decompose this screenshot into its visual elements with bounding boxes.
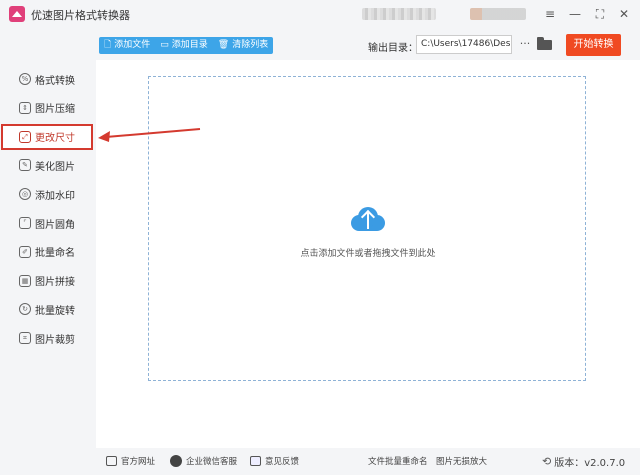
wechat-support-label: 企业微信客服: [186, 457, 238, 467]
drop-hint-text: 点击添加文件或者拖拽文件到此处: [300, 249, 436, 259]
clear-list-label: 清除列表: [232, 40, 269, 50]
sidebar-item-8[interactable]: ↻ 批量旋转: [0, 296, 96, 322]
clear-list-button[interactable]: 🗑 清除列表: [213, 37, 273, 54]
sidebar-item-label: 格式转换: [35, 75, 75, 87]
watermark-icon: ◎: [19, 188, 31, 201]
add-folder-label: 添加目录: [171, 40, 208, 50]
maximize-icon[interactable]: ⛶: [591, 5, 609, 23]
output-dir-input[interactable]: C:\Users\17486\Deskto: [416, 35, 512, 54]
beautify-icon: ✎: [19, 159, 31, 172]
start-convert-button[interactable]: 开始转换: [566, 34, 621, 56]
version-icon: ⟲: [542, 455, 552, 468]
open-folder-icon[interactable]: [537, 37, 553, 52]
blurred-account-info: [470, 8, 526, 20]
sidebar-item-label: 图片拼接: [35, 277, 75, 289]
app-title: 优速图片格式转换器: [31, 9, 130, 22]
resize-icon: ⤢: [19, 130, 31, 143]
format-icon: %: [19, 73, 31, 85]
add-file-button[interactable]: 🗋 添加文件: [99, 37, 155, 54]
toolbar: 🗋 添加文件 ▭ 添加目录 🗑 清除列表 输出目录： C:\Users\1748…: [96, 32, 640, 60]
main-panel: 点击添加文件或者拖拽文件到此处: [96, 60, 640, 448]
add-file-label: 添加文件: [114, 40, 151, 50]
file-actions-group: 🗋 添加文件 ▭ 添加目录 🗑 清除列表: [99, 37, 274, 54]
lossless-enlarge-link[interactable]: 图片无损放大: [436, 455, 487, 467]
sidebar-item-label: 批量旋转: [35, 305, 75, 317]
rename-icon: ✐: [19, 245, 31, 258]
version-label: 版本：v2.0.7.0: [554, 458, 626, 469]
file-icon: 🗋: [104, 40, 112, 50]
rotate-icon: ↻: [19, 303, 31, 316]
sidebar-item-4[interactable]: ◎ 添加水印: [0, 181, 96, 207]
feedback-link[interactable]: 意见反馈: [250, 455, 299, 467]
sidebar: % 格式转换 ⇕ 图片压缩 ⤢ 更改尺寸 ✎ 美化图片 ◎ 添加水印 ⌜ 图片圆角 ✐ 批量命名 ▦ 图片拼接…: [0, 60, 96, 448]
blurred-user-info: [362, 8, 436, 20]
chat-icon: [170, 455, 182, 467]
app-logo-icon: [9, 6, 25, 22]
browse-dots-button[interactable]: ···: [517, 35, 533, 54]
wechat-support-link[interactable]: 企业微信客服: [170, 455, 237, 467]
output-dir-label: 输出目录：: [368, 43, 418, 54]
sidebar-item-2[interactable]: ⤢ 更改尺寸: [1, 123, 93, 150]
stitch-icon: ▦: [19, 274, 31, 287]
title-bar: 优速图片格式转换器 ≡ — ⛶ ✕: [0, 0, 640, 28]
feedback-icon: [250, 456, 261, 466]
sidebar-item-label: 批量命名: [35, 248, 75, 260]
sidebar-item-6[interactable]: ✐ 批量命名: [0, 239, 96, 265]
sidebar-item-9[interactable]: ⌗ 图片裁剪: [0, 325, 96, 351]
compress-icon: ⇕: [19, 101, 31, 114]
sidebar-item-label: 美化图片: [35, 161, 75, 173]
add-folder-button[interactable]: ▭ 添加目录: [155, 37, 213, 54]
version-info: ⟲ 版本：v2.0.7.0: [542, 454, 625, 469]
folder-icon: ▭: [160, 40, 169, 50]
sidebar-item-1[interactable]: ⇕ 图片压缩: [0, 95, 96, 121]
close-icon[interactable]: ✕: [615, 5, 633, 23]
cloud-upload-icon: [349, 205, 387, 231]
menu-icon[interactable]: ≡: [541, 5, 559, 23]
sidebar-item-label: 图片裁剪: [35, 334, 75, 346]
file-drop-zone[interactable]: 点击添加文件或者拖拽文件到此处: [148, 76, 586, 381]
round-corner-icon: ⌜: [19, 217, 31, 229]
website-label: 官方网址: [121, 457, 156, 467]
crop-icon: ⌗: [19, 332, 31, 345]
batch-rename-link[interactable]: 文件批量重命名: [368, 455, 428, 467]
sidebar-item-7[interactable]: ▦ 图片拼接: [0, 268, 96, 294]
sidebar-item-3[interactable]: ✎ 美化图片: [0, 152, 96, 178]
website-icon: [106, 456, 117, 466]
annotation-arrow-icon: [98, 128, 201, 142]
minimize-icon[interactable]: —: [566, 5, 584, 23]
sidebar-item-0[interactable]: % 格式转换: [0, 66, 96, 92]
sidebar-item-label: 添加水印: [35, 190, 75, 202]
trash-icon: 🗑: [217, 40, 230, 50]
sidebar-item-label: 更改尺寸: [35, 133, 75, 145]
sidebar-item-label: 图片压缩: [35, 104, 75, 116]
sidebar-item-label: 图片圆角: [35, 219, 75, 231]
footer: 官方网址 企业微信客服 意见反馈 文件批量重命名 图片无损放大 ⟲ 版本：v2.…: [96, 448, 640, 475]
website-link[interactable]: 官方网址: [106, 455, 155, 467]
sidebar-item-5[interactable]: ⌜ 图片圆角: [0, 210, 96, 236]
feedback-label: 意见反馈: [265, 457, 300, 467]
